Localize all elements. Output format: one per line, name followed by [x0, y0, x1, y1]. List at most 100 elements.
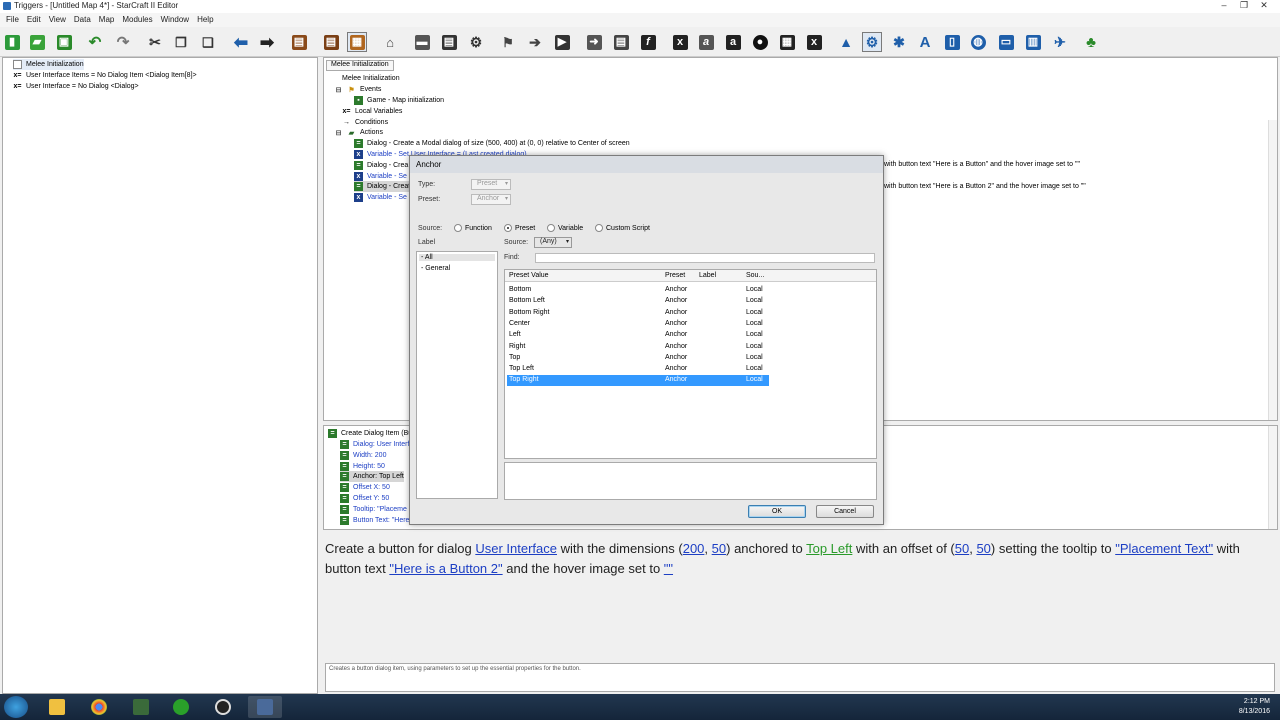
a-equals-icon[interactable]: a	[723, 32, 743, 52]
settings-icon[interactable]: ⚙	[862, 32, 882, 52]
tree-row-melee-initialization[interactable]: Melee Initialization	[342, 73, 400, 84]
radio-variable[interactable]: Variable	[547, 224, 583, 232]
import-module-icon[interactable]: ▬	[412, 32, 432, 52]
tree-row-action[interactable]: = Dialog - Create a Modal dialog of size…	[354, 138, 630, 149]
trigger-module-icon[interactable]: ▤	[289, 32, 309, 52]
param-row[interactable]: = Offset Y: 50	[340, 493, 389, 504]
param-row[interactable]: = Offset X: 50	[340, 482, 390, 493]
italic-a-icon[interactable]: a	[696, 32, 716, 52]
tree-row-local-variables[interactable]: x= Local Variables	[342, 106, 403, 117]
units-icon[interactable]: ✱	[889, 32, 909, 52]
table-row[interactable]: Right Anchor Local	[507, 342, 769, 353]
tab-melee-initialization[interactable]: Melee Initialization	[326, 60, 394, 71]
xbox-icon[interactable]	[164, 696, 198, 718]
link-offset-x[interactable]: 50	[955, 541, 969, 556]
tree-row-map-init[interactable]: ▪ Game - Map initialization	[354, 95, 444, 106]
globe-icon[interactable]: ◍	[968, 32, 988, 52]
start-orb-icon[interactable]	[4, 696, 28, 718]
table-row[interactable]: Bottom Right Anchor Local	[507, 308, 769, 319]
menu-file[interactable]: File	[3, 13, 24, 27]
table-row[interactable]: Bottom Left Anchor Local	[507, 296, 769, 307]
forward-arrow-icon[interactable]: ➡	[257, 32, 277, 52]
column-header-source[interactable]: Sou...	[746, 272, 764, 279]
undo-icon[interactable]: ↶	[85, 32, 105, 52]
clapper-icon[interactable]: ▶	[552, 32, 572, 52]
cancel-button[interactable]: Cancel	[816, 505, 874, 518]
table-row[interactable]: Left Anchor Local	[507, 330, 769, 341]
chrome-icon[interactable]	[82, 696, 116, 718]
copy-icon[interactable]: ❐	[171, 32, 191, 52]
tree-row-actions[interactable]: ⊟ ▰ Actions	[334, 127, 383, 138]
cut-icon[interactable]: ✂	[145, 32, 165, 52]
system-clock[interactable]: 2:12 PM 8/13/2016	[1239, 697, 1270, 717]
tree-row-action-selected[interactable]: = Dialog - Creat	[354, 181, 411, 192]
file-explorer-icon[interactable]	[40, 696, 74, 718]
table-row[interactable]: Top Left Anchor Local	[507, 364, 769, 375]
param-row[interactable]: = Tooltip: "Placeme	[340, 504, 407, 515]
action-table-icon[interactable]: ▦	[777, 32, 797, 52]
radio-function[interactable]: Function	[454, 224, 492, 232]
tree-item-user-interface[interactable]: x= User Interface = No Dialog <Dialog>	[13, 81, 139, 92]
menu-help[interactable]: Help	[194, 13, 218, 27]
link-button-text[interactable]: "Here is a Button 2"	[389, 561, 502, 576]
link-tooltip[interactable]: "Placement Text"	[1115, 541, 1213, 556]
tree-row-action[interactable]: = Dialog - Crea	[354, 160, 408, 171]
tree-row-events[interactable]: ⊟ ⚑ Events	[334, 84, 382, 95]
x-equals-icon[interactable]: x	[804, 32, 824, 52]
terrain-icon[interactable]: ▲	[836, 32, 856, 52]
sc2-editor-icon[interactable]	[124, 696, 158, 718]
radio-preset[interactable]: Preset	[504, 224, 535, 232]
table-row[interactable]: Top Right Anchor Local	[507, 375, 769, 387]
close-button[interactable]: ✕	[1254, 0, 1274, 11]
param-row-selected[interactable]: = Anchor: Top Left	[340, 471, 404, 482]
link-offset-y[interactable]: 50	[976, 541, 990, 556]
doc-icon[interactable]: ▤	[611, 32, 631, 52]
variable-icon[interactable]: x	[670, 32, 690, 52]
source-dropdown[interactable]: (Any) ▾	[534, 237, 572, 248]
back-arrow-icon[interactable]: ⬅	[231, 32, 251, 52]
cog-icon[interactable]: ⚙	[466, 32, 486, 52]
find-input[interactable]	[535, 253, 875, 263]
label-item-all[interactable]: - All	[419, 254, 495, 261]
trigger-list-icon[interactable]: ▤	[321, 32, 341, 52]
vertical-scrollbar[interactable]	[1268, 426, 1277, 529]
text-a-icon[interactable]: A	[915, 32, 935, 52]
param-row[interactable]: = Dialog: User Interf	[340, 439, 409, 450]
tree-item-user-interface-items[interactable]: x= User Interface Items = No Dialog Item…	[13, 70, 197, 81]
column-header-preset-value[interactable]: Preset Value	[509, 272, 549, 279]
column-header-preset[interactable]: Preset	[665, 272, 685, 279]
table-row[interactable]: Bottom Anchor Local	[507, 285, 769, 296]
label-item-general[interactable]: - General	[421, 265, 450, 272]
tree-icon[interactable]: ♣	[1081, 32, 1101, 52]
param-row[interactable]: = Button Text: "Here	[340, 515, 409, 526]
arrow-icon[interactable]: ➔	[525, 32, 545, 52]
menu-edit[interactable]: Edit	[24, 13, 46, 27]
file-icon[interactable]: ▯	[942, 32, 962, 52]
menu-view[interactable]: View	[46, 13, 71, 27]
data-module-icon[interactable]: ▦	[347, 32, 367, 52]
minimize-button[interactable]: ‒	[1214, 0, 1234, 11]
tree-row-action[interactable]: x Variable - Se	[354, 192, 407, 203]
link-hover-image[interactable]: ""	[664, 561, 673, 576]
menu-window[interactable]: Window	[158, 13, 194, 27]
flag-icon[interactable]: ⚑	[498, 32, 518, 52]
ok-button[interactable]: OK	[748, 505, 806, 518]
menu-data[interactable]: Data	[71, 13, 96, 27]
table-row[interactable]: Top Anchor Local	[507, 353, 769, 364]
preset-dropdown[interactable]: Anchor ▾	[471, 194, 511, 205]
link-width[interactable]: 200	[683, 541, 705, 556]
radio-custom-script[interactable]: Custom Script	[595, 224, 650, 232]
link-anchor[interactable]: Top Left	[806, 541, 852, 556]
obs-icon[interactable]	[206, 696, 240, 718]
param-root[interactable]: = Create Dialog Item (Bu	[328, 428, 412, 439]
type-dropdown[interactable]: Preset ▾	[471, 179, 511, 190]
table-row[interactable]: Center Anchor Local	[507, 319, 769, 330]
open-folder-icon[interactable]: ▰	[27, 32, 47, 52]
maximize-button[interactable]: ❐	[1234, 0, 1254, 11]
link-height[interactable]: 50	[712, 541, 726, 556]
vertical-scrollbar[interactable]	[1268, 120, 1277, 420]
filmstrip-icon[interactable]: ▥	[1023, 32, 1043, 52]
menu-map[interactable]: Map	[96, 13, 120, 27]
menu-modules[interactable]: Modules	[119, 13, 157, 27]
table-icon[interactable]: ▤	[439, 32, 459, 52]
